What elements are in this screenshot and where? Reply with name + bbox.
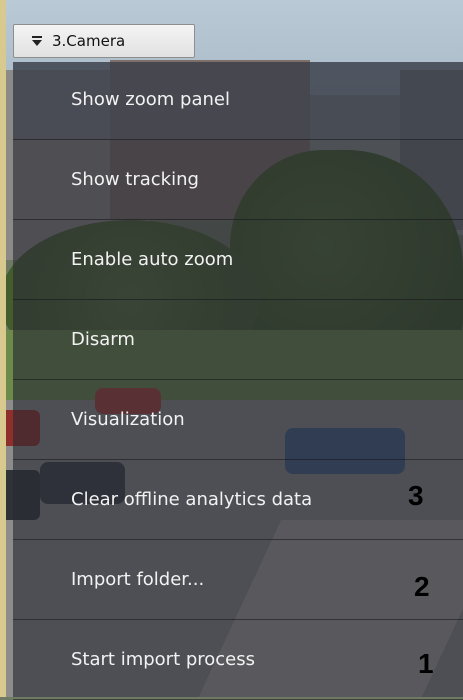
menu-item-label: Visualization	[71, 409, 185, 430]
menu-item-import-folder[interactable]: Import folder...	[13, 542, 463, 620]
camera-title: 3.Camera	[52, 32, 126, 50]
menu-item-label: Import folder...	[71, 569, 205, 590]
menu-item-label: Show tracking	[71, 169, 199, 190]
menu-item-visualization[interactable]: Visualization	[13, 382, 463, 460]
callout-number-3: 3	[408, 480, 424, 511]
menu-item-enable-auto-zoom[interactable]: Enable auto zoom	[13, 222, 463, 300]
menu-item-label: Show zoom panel	[71, 89, 230, 110]
menu-item-label: Enable auto zoom	[71, 249, 234, 270]
frame-edge	[0, 0, 6, 697]
menu-item-show-tracking[interactable]: Show tracking	[13, 142, 463, 220]
camera-context-menu: Show zoom panel Show tracking Enable aut…	[13, 62, 463, 700]
menu-item-label: Disarm	[71, 329, 135, 350]
menu-item-start-import-process[interactable]: Start import process	[13, 622, 463, 700]
menu-item-label: Clear offline analytics data	[71, 489, 313, 510]
menu-item-clear-offline-analytics-data[interactable]: Clear offline analytics data	[13, 462, 463, 540]
callout-number-1: 1	[418, 648, 434, 679]
callout-number-2: 2	[414, 571, 430, 602]
menu-item-show-zoom-panel[interactable]: Show zoom panel	[13, 62, 463, 140]
camera-title-tab[interactable]: 3.Camera	[13, 24, 195, 58]
menu-item-label: Start import process	[71, 649, 256, 670]
menu-dropdown-icon	[32, 36, 42, 46]
menu-item-disarm[interactable]: Disarm	[13, 302, 463, 380]
